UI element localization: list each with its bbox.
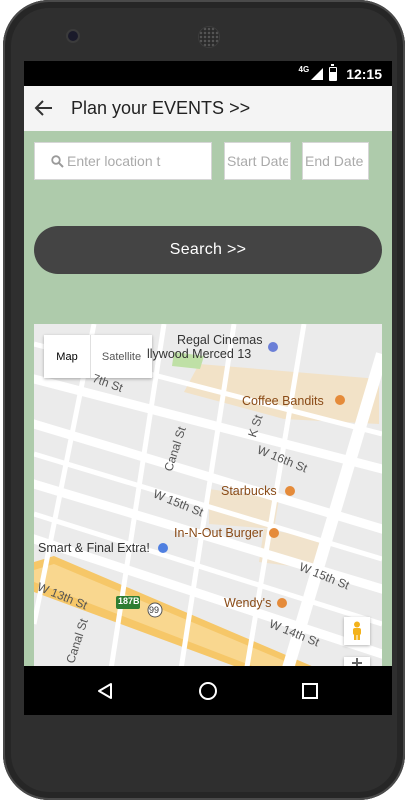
location-input[interactable]	[64, 153, 187, 169]
search-icon	[51, 154, 64, 168]
front-camera	[68, 31, 78, 41]
page-title: Plan your EVENTS >>	[71, 98, 251, 118]
poi-label-regal-sub[interactable]: llywood Merced 13	[147, 347, 251, 361]
screen: 4G 12:15 Plan your EVENTS >> Enter locat…	[24, 61, 392, 715]
highway-shield-99: 99	[149, 605, 160, 615]
battery-icon	[329, 63, 338, 81]
food-pin-icon	[269, 528, 279, 538]
end-date-field[interactable]	[302, 142, 369, 180]
start-date-field[interactable]	[224, 142, 291, 180]
poi-label-in-n-out[interactable]: In-N-Out Burger	[174, 526, 263, 540]
pegman-icon	[353, 621, 361, 640]
poi-label-wendys[interactable]: Wendy's	[224, 596, 271, 610]
end-date-input[interactable]	[303, 153, 368, 169]
network-type-label: 4G	[298, 65, 310, 74]
app-bar: Plan your EVENTS >>	[24, 86, 392, 131]
street-view-pegman-button[interactable]	[344, 617, 370, 645]
search-button[interactable]: Search >>	[34, 226, 382, 274]
back-arrow-icon	[34, 100, 52, 116]
nav-recents-button[interactable]	[280, 666, 340, 715]
signal-icon	[311, 67, 324, 80]
location-field[interactable]	[34, 142, 212, 180]
map-view[interactable]: Map Satellite Regal Cinemas llywood Merc…	[34, 324, 382, 715]
poi-label-coffee-bandits[interactable]: Coffee Bandits	[242, 394, 324, 408]
poi-label-smart-final[interactable]: Smart & Final Extra!	[38, 541, 150, 555]
map-tiles	[34, 324, 382, 715]
poi-label-regal[interactable]: Regal Cinemas	[177, 333, 262, 347]
start-date-input[interactable]	[225, 153, 290, 169]
shop-pin-icon	[158, 543, 168, 553]
map-type-map-button[interactable]: Map	[44, 335, 90, 378]
earpiece-speaker	[199, 27, 219, 47]
circle-home-icon	[199, 681, 217, 700]
coffee-pin-icon	[285, 486, 295, 496]
status-bar: 4G 12:15	[24, 61, 392, 86]
system-nav-bar	[24, 666, 392, 715]
poi-label-starbucks[interactable]: Starbucks	[221, 484, 277, 498]
phone-frame: 4G 12:15 Plan your EVENTS >> Enter locat…	[3, 0, 405, 800]
movie-pin-icon	[268, 342, 278, 352]
back-button[interactable]	[28, 92, 60, 124]
coffee-pin-icon	[335, 395, 345, 405]
square-recents-icon	[302, 682, 318, 699]
food-pin-icon	[277, 598, 287, 608]
nav-home-button[interactable]	[178, 666, 238, 715]
triangle-back-icon	[98, 682, 112, 699]
nav-back-button[interactable]	[75, 666, 135, 715]
status-time: 12:15	[346, 65, 382, 82]
highway-shield-187b: 187B	[118, 596, 140, 606]
